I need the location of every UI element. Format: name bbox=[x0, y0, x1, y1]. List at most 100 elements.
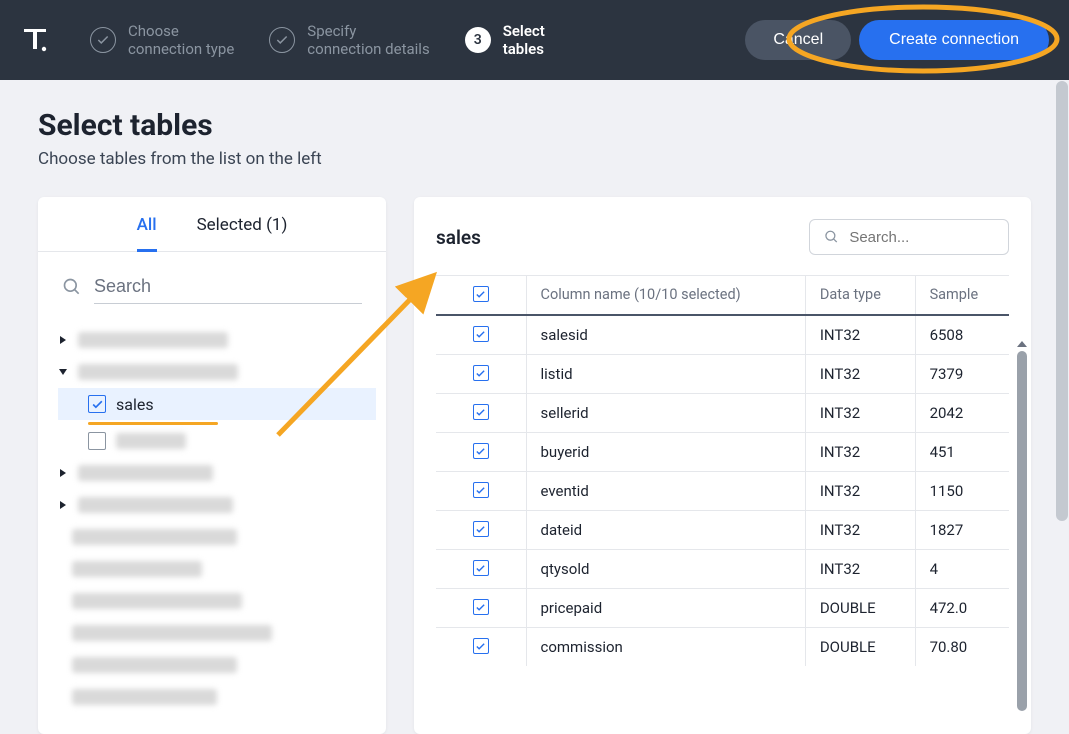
column-name-header[interactable]: Column name (10/10 selected) bbox=[526, 276, 805, 315]
logo bbox=[20, 25, 50, 55]
checkbox-checked[interactable] bbox=[88, 395, 106, 413]
row-checkbox[interactable] bbox=[473, 482, 489, 498]
redacted-label bbox=[72, 689, 217, 705]
scrollbar-thumb[interactable] bbox=[1056, 81, 1068, 521]
column-type: INT32 bbox=[805, 549, 915, 588]
tree-node[interactable] bbox=[58, 553, 376, 585]
chevron-right-icon bbox=[58, 501, 68, 509]
table-row[interactable]: buyeridINT32451 bbox=[436, 432, 1009, 471]
column-search[interactable] bbox=[809, 219, 1009, 255]
column-name: salesid bbox=[526, 315, 805, 355]
tree-node[interactable] bbox=[58, 457, 376, 489]
table-row[interactable]: listidINT327379 bbox=[436, 354, 1009, 393]
table-row[interactable]: salesidINT326508 bbox=[436, 315, 1009, 355]
column-name: eventid bbox=[526, 471, 805, 510]
tree-node[interactable] bbox=[58, 649, 376, 681]
create-connection-button[interactable]: Create connection bbox=[859, 20, 1049, 60]
row-checkbox[interactable] bbox=[473, 560, 489, 576]
columns-header: sales bbox=[436, 219, 1009, 255]
tree-table-sales[interactable]: sales bbox=[58, 388, 376, 420]
chevron-right-icon bbox=[58, 469, 68, 477]
column-type: INT32 bbox=[805, 432, 915, 471]
redacted-label bbox=[78, 465, 213, 481]
table-search-input[interactable] bbox=[94, 270, 362, 304]
sample-header[interactable]: Sample bbox=[915, 276, 1009, 315]
tree-node[interactable] bbox=[58, 521, 376, 553]
header-actions: Cancel Create connection bbox=[745, 20, 1049, 60]
wizard-steps: Chooseconnection type Specifyconnection … bbox=[90, 22, 745, 58]
checkbox[interactable] bbox=[88, 432, 106, 450]
selected-table-name: sales bbox=[436, 226, 481, 249]
data-type-header[interactable]: Data type bbox=[805, 276, 915, 315]
tab-selected[interactable]: Selected (1) bbox=[197, 215, 288, 251]
column-name: qtysold bbox=[526, 549, 805, 588]
table-label: sales bbox=[116, 395, 154, 414]
table-row[interactable]: pricepaidDOUBLE472.0 bbox=[436, 588, 1009, 627]
table-row[interactable]: qtysoldINT324 bbox=[436, 549, 1009, 588]
column-name: listid bbox=[526, 354, 805, 393]
column-sample: 4 bbox=[915, 549, 1009, 588]
columns-panel: sales Column name (10/10 selected) Data … bbox=[414, 197, 1031, 734]
page-header: Select tables Choose tables from the lis… bbox=[0, 80, 1069, 179]
column-name: dateid bbox=[526, 510, 805, 549]
column-name: pricepaid bbox=[526, 588, 805, 627]
column-sample: 1827 bbox=[915, 510, 1009, 549]
redacted-label bbox=[72, 657, 237, 673]
tree-node[interactable] bbox=[58, 617, 376, 649]
tree-node-expanded[interactable] bbox=[58, 356, 376, 388]
row-checkbox[interactable] bbox=[473, 638, 489, 654]
column-name: buyerid bbox=[526, 432, 805, 471]
row-checkbox[interactable] bbox=[473, 365, 489, 381]
step-number: 3 bbox=[465, 27, 491, 53]
tree-table-item[interactable] bbox=[58, 425, 376, 457]
table-row[interactable]: selleridINT322042 bbox=[436, 393, 1009, 432]
redacted-label bbox=[72, 529, 237, 545]
page-title: Select tables bbox=[38, 108, 1031, 143]
column-search-input[interactable] bbox=[849, 229, 994, 246]
chevron-down-icon bbox=[58, 368, 68, 376]
page-scrollbar[interactable] bbox=[1055, 80, 1069, 731]
table-row[interactable]: eventidINT321150 bbox=[436, 471, 1009, 510]
column-sample: 6508 bbox=[915, 315, 1009, 355]
table-search-row bbox=[38, 252, 386, 314]
step-choose-type[interactable]: Chooseconnection type bbox=[90, 22, 234, 58]
tree-node[interactable] bbox=[58, 489, 376, 521]
scrollbar[interactable] bbox=[1017, 341, 1027, 734]
check-icon bbox=[90, 27, 116, 53]
row-checkbox[interactable] bbox=[473, 599, 489, 615]
tree-node[interactable] bbox=[58, 585, 376, 617]
redacted-label bbox=[116, 433, 186, 449]
row-checkbox[interactable] bbox=[473, 443, 489, 459]
table-row[interactable]: commissionDOUBLE70.80 bbox=[436, 627, 1009, 666]
tabs: All Selected (1) bbox=[38, 197, 386, 252]
redacted-label bbox=[78, 364, 238, 380]
check-icon bbox=[269, 27, 295, 53]
table-row[interactable]: dateidINT321827 bbox=[436, 510, 1009, 549]
select-all-checkbox[interactable] bbox=[473, 286, 489, 302]
column-sample: 7379 bbox=[915, 354, 1009, 393]
row-checkbox[interactable] bbox=[473, 521, 489, 537]
column-name: sellerid bbox=[526, 393, 805, 432]
tables-tree[interactable]: sales bbox=[38, 314, 386, 734]
select-all-header bbox=[436, 276, 526, 315]
redacted-label bbox=[72, 561, 202, 577]
column-sample: 2042 bbox=[915, 393, 1009, 432]
scroll-up-icon[interactable] bbox=[1017, 341, 1027, 347]
redacted-label bbox=[72, 593, 242, 609]
tree-node[interactable] bbox=[58, 681, 376, 713]
column-type: INT32 bbox=[805, 354, 915, 393]
tree-node[interactable] bbox=[58, 324, 376, 356]
cancel-button[interactable]: Cancel bbox=[745, 20, 851, 60]
tab-all[interactable]: All bbox=[137, 215, 157, 252]
scrollbar-thumb[interactable] bbox=[1017, 351, 1027, 711]
column-type: DOUBLE bbox=[805, 627, 915, 666]
tables-list-panel: All Selected (1) sales bbox=[38, 197, 386, 734]
step-specify-details[interactable]: Specifyconnection details bbox=[269, 22, 429, 58]
step-select-tables[interactable]: 3 Selecttables bbox=[465, 22, 545, 58]
column-sample: 1150 bbox=[915, 471, 1009, 510]
row-checkbox[interactable] bbox=[473, 404, 489, 420]
column-type: INT32 bbox=[805, 471, 915, 510]
column-type: DOUBLE bbox=[805, 588, 915, 627]
row-checkbox[interactable] bbox=[473, 326, 489, 342]
column-sample: 472.0 bbox=[915, 588, 1009, 627]
